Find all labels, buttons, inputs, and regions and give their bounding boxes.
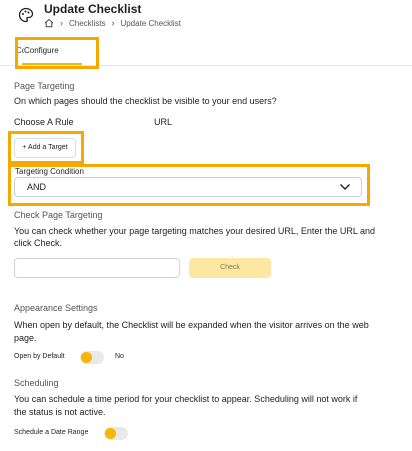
highlight-box-add-target [8, 131, 84, 164]
section-title-appearance: Appearance Settings [14, 303, 98, 313]
rule-label: Choose A Rule [14, 117, 74, 127]
section-title-scheduling: Scheduling [14, 378, 59, 388]
page-header: Update Checklist › Checklists › Update C… [0, 0, 412, 34]
open-by-default-toggle[interactable] [80, 351, 104, 364]
toggle-knob [105, 428, 116, 439]
rule-value: URL [154, 117, 173, 127]
check-button[interactable]: Check [189, 258, 271, 278]
appearance-description-1: When open by default, the Checklist will… [14, 320, 369, 330]
schedule-date-range-toggle[interactable] [104, 427, 128, 440]
url-input[interactable] [14, 258, 180, 278]
highlight-box-configure [15, 37, 99, 69]
page-targeting-description: On which pages should the checklist be v… [14, 96, 277, 106]
open-by-default-state: No [115, 353, 124, 360]
scheduling-description-2: the status is not active. [14, 407, 106, 417]
check-targeting-description-1: You can check whether your page targetin… [14, 226, 376, 236]
home-icon[interactable] [44, 18, 54, 28]
breadcrumb: › Checklists › Update Checklist [44, 18, 181, 28]
appearance-description-2: page. [14, 333, 37, 343]
scheduling-description-1: You can schedule a time period for your … [14, 394, 358, 404]
highlight-box-targeting-condition [8, 164, 370, 206]
palette-icon [18, 7, 34, 23]
section-title-check-page-targeting: Check Page Targeting [14, 210, 103, 220]
schedule-date-range-label: Schedule a Date Range [14, 429, 89, 436]
section-title-page-targeting: Page Targeting [14, 81, 75, 91]
chevron-right-icon: › [60, 18, 63, 28]
breadcrumb-item-checklists[interactable]: Checklists [69, 19, 105, 28]
chevron-right-icon: › [111, 18, 115, 28]
check-targeting-description-2: click Check. [14, 238, 63, 248]
open-by-default-label: Open by Default [14, 353, 65, 360]
page-title: Update Checklist [44, 2, 142, 16]
breadcrumb-item-current: Update Checklist [120, 18, 181, 28]
toggle-knob [81, 352, 92, 363]
